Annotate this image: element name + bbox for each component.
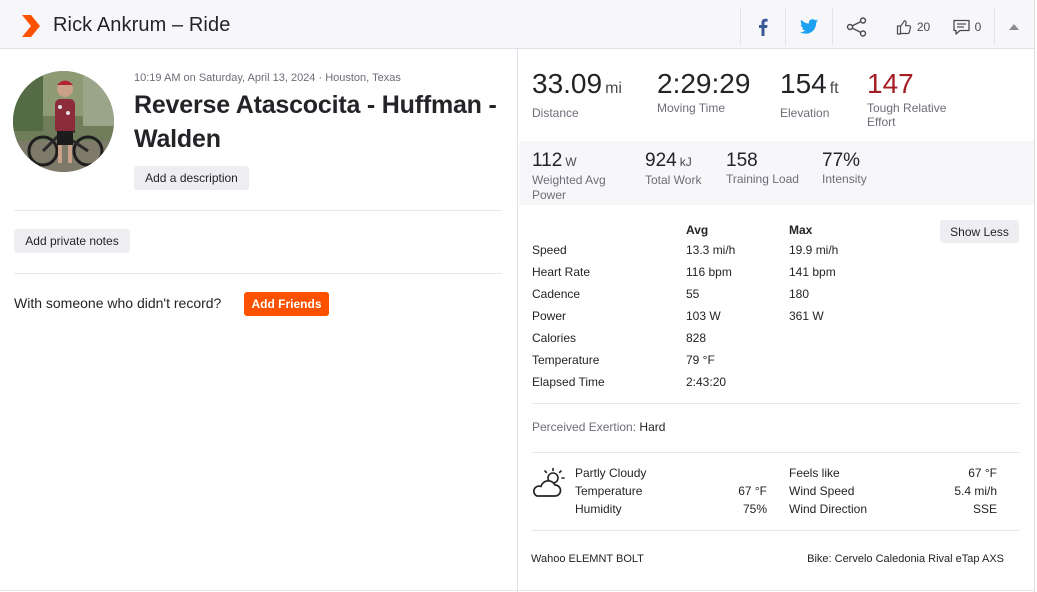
- stat-max: 19.9 mi/h: [789, 243, 839, 257]
- activity-stats-panel: 33.09 mi Distance 2:29:29 Moving Time 154…: [519, 49, 1035, 592]
- feels-like-label: Feels like: [789, 466, 840, 480]
- stat-label: Temperature: [532, 353, 600, 367]
- stat-avg: 79 °F: [686, 353, 715, 367]
- stats-row: Temperature 79 °F: [532, 353, 1012, 371]
- stat-total-work: 924 kJ Total Work: [645, 150, 702, 188]
- wind-direction-value: SSE: [972, 502, 997, 516]
- divider: [14, 210, 502, 211]
- bottom-border: [0, 590, 1035, 591]
- stat-label: Speed: [532, 243, 567, 257]
- feels-like-value: 67 °F: [968, 466, 997, 480]
- weather-temperature-value: 67 °F: [738, 484, 767, 498]
- perceived-exertion-value: Hard: [639, 420, 666, 434]
- stat-max: 141 bpm: [789, 265, 836, 279]
- stats-row: Calories 828: [532, 331, 1012, 349]
- stat-label: Power: [532, 309, 567, 323]
- perceived-exertion: Perceived Exertion: Hard: [532, 420, 666, 434]
- stat-avg: 116 bpm: [686, 265, 732, 279]
- stats-row: Power 103 W 361 W: [532, 309, 1012, 327]
- comments-button[interactable]: 0: [945, 8, 989, 45]
- bike-name[interactable]: Bike: Cervelo Caledonia Rival eTap AXS: [807, 553, 1004, 565]
- kudos-count: 20: [916, 19, 931, 34]
- divider: [14, 273, 502, 274]
- add-private-notes-button[interactable]: Add private notes: [14, 229, 130, 253]
- activity-name: Reverse Atascocita - Huffman - Walden: [134, 91, 497, 153]
- kudos-button[interactable]: 20: [888, 8, 938, 45]
- comment-count: 0: [974, 19, 982, 34]
- twitter-share-button[interactable]: [786, 8, 832, 45]
- stat-max: 180: [789, 287, 810, 301]
- share-icon: [846, 16, 867, 37]
- facebook-share-button[interactable]: [741, 8, 785, 45]
- athlete-photo: [13, 71, 114, 172]
- facebook-icon: [759, 18, 768, 36]
- with-someone-text: With someone who didn't record?: [14, 295, 222, 311]
- stats-row: Speed 13.3 mi/h 19.9 mi/h: [532, 243, 1012, 261]
- stat-weighted-avg-power: 112 W Weighted Avg Power: [532, 150, 606, 203]
- wind-speed-label: Wind Speed: [789, 484, 855, 498]
- stat-intensity: 77% Intensity: [822, 150, 867, 187]
- page-title: Rick Ankrum – Ride: [53, 14, 231, 36]
- stat-avg: 828: [686, 331, 707, 345]
- show-less-button[interactable]: Show Less: [940, 220, 1019, 243]
- stat-label: Elapsed Time: [532, 375, 605, 389]
- comment-icon: [953, 19, 970, 35]
- add-friends-button[interactable]: Add Friends: [244, 292, 329, 316]
- stat-moving-time: 2:29:29 Moving Time: [657, 68, 751, 116]
- stats-row: Heart Rate 116 bpm 141 bpm: [532, 265, 1012, 283]
- twitter-icon: [800, 19, 818, 34]
- stats-row: Elapsed Time 2:43:20: [532, 375, 1012, 393]
- collapse-button[interactable]: [995, 8, 1033, 45]
- divider: [532, 530, 1019, 531]
- weather-humidity-value: 75%: [742, 502, 767, 516]
- wind-speed-value: 5.4 mi/h: [954, 484, 997, 498]
- activity-summary-panel: 10:19 AM on Saturday, April 13, 2024 · H…: [0, 49, 518, 592]
- stat-label: Heart Rate: [532, 265, 591, 279]
- stat-max: 361 W: [789, 309, 824, 323]
- divider: [532, 452, 1019, 453]
- stats-row: Cadence 55 180: [532, 287, 1012, 305]
- stat-label: Calories: [532, 331, 577, 345]
- partly-cloudy-icon: [533, 467, 565, 497]
- stat-distance: 33.09 mi Distance: [532, 68, 622, 121]
- strava-chevron-icon: [22, 15, 40, 37]
- stat-avg: 13.3 mi/h: [686, 243, 736, 257]
- activity-meta: 10:19 AM on Saturday, April 13, 2024 · H…: [134, 72, 401, 84]
- share-button[interactable]: [833, 8, 881, 45]
- max-header: Max: [789, 223, 813, 237]
- activity-header: Rick Ankrum – Ride 20 0: [0, 0, 1035, 49]
- wind-direction-label: Wind Direction: [789, 502, 868, 516]
- stat-relative-effort[interactable]: 147 Tough Relative Effort: [867, 69, 957, 130]
- stat-training-load: 158 Training Load: [726, 150, 799, 187]
- add-description-button[interactable]: Add a description: [134, 166, 249, 190]
- weather-condition: Partly Cloudy: [575, 466, 647, 480]
- stat-avg: 55: [686, 287, 700, 301]
- divider: [532, 403, 1019, 404]
- avg-header: Avg: [686, 223, 709, 237]
- weather-temperature-label: Temperature: [575, 484, 643, 498]
- stat-label: Cadence: [532, 287, 581, 301]
- device-name: Wahoo ELEMNT BOLT: [531, 553, 644, 565]
- caret-up-icon: [1009, 23, 1019, 30]
- stat-elevation: 154 ft Elevation: [780, 68, 839, 121]
- thumbs-up-icon: [896, 19, 911, 35]
- weather-humidity-label: Humidity: [575, 502, 622, 516]
- athlete-avatar[interactable]: [13, 71, 114, 172]
- stat-avg: 2:43:20: [686, 375, 727, 389]
- stat-avg: 103 W: [686, 309, 721, 323]
